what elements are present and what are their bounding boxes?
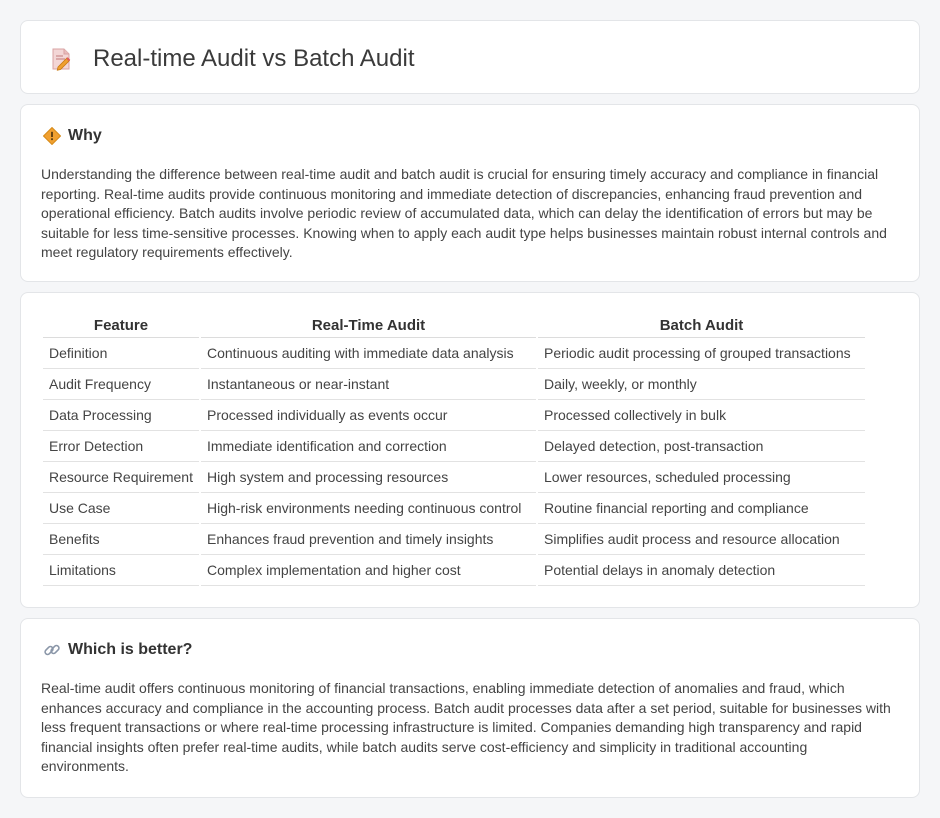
- real-time-cell: High-risk environments needing continuou…: [199, 492, 537, 524]
- table-row: Limitations Complex implementation and h…: [43, 554, 865, 586]
- feature-cell: Resource Requirement: [43, 461, 200, 493]
- real-time-cell: Instantaneous or near-instant: [199, 368, 537, 400]
- better-body: Real-time audit offers continuous monito…: [41, 680, 891, 774]
- real-time-cell: Enhances fraud prevention and timely ins…: [199, 523, 537, 555]
- table-row: Use Case High-risk environments needing …: [43, 492, 865, 524]
- batch-cell: Lower resources, scheduled processing: [536, 461, 865, 493]
- table-row: Definition Continuous auditing with imme…: [43, 337, 865, 369]
- which-is-better-card: Which is better? Real-time audit offers …: [20, 618, 920, 798]
- real-time-cell: Processed individually as events occur: [199, 399, 537, 431]
- real-time-cell: Immediate identification and correction: [199, 430, 537, 462]
- feature-cell: Error Detection: [43, 430, 200, 462]
- feature-cell: Benefits: [43, 523, 200, 555]
- batch-cell: Routine financial reporting and complian…: [536, 492, 865, 524]
- feature-cell: Limitations: [43, 554, 200, 586]
- feature-cell: Data Processing: [43, 399, 200, 431]
- title-row: Real-time Audit vs Batch Audit: [49, 45, 415, 73]
- batch-cell: Potential delays in anomaly detection: [536, 554, 865, 586]
- feature-cell: Audit Frequency: [43, 368, 200, 400]
- real-time-cell: Continuous auditing with immediate data …: [199, 337, 537, 369]
- why-card: Why Understanding the difference between…: [20, 104, 920, 282]
- link-icon: [44, 644, 60, 656]
- title-card: Real-time Audit vs Batch Audit: [20, 20, 920, 94]
- comparison-card: Feature Real-Time Audit Batch Audit Defi…: [20, 292, 920, 608]
- why-title: Why: [68, 127, 102, 144]
- batch-cell: Delayed detection, post-transaction: [536, 430, 865, 462]
- table-row: Data Processing Processed individually a…: [43, 399, 865, 431]
- better-title: Which is better?: [68, 641, 193, 658]
- page-title: Real-time Audit vs Batch Audit: [93, 45, 415, 72]
- header-batch-audit: Batch Audit: [536, 315, 865, 338]
- real-time-cell: High system and processing resources: [199, 461, 537, 493]
- feature-cell: Definition: [43, 337, 200, 369]
- comparison-table: Feature Real-Time Audit Batch Audit Defi…: [43, 315, 865, 586]
- diamond-warning-icon: [43, 127, 61, 145]
- better-heading: Which is better?: [43, 641, 192, 659]
- why-body: Understanding the difference between rea…: [41, 166, 887, 260]
- batch-cell: Simplifies audit process and resource al…: [536, 523, 865, 555]
- batch-cell: Daily, weekly, or monthly: [536, 368, 865, 400]
- table-row: Resource Requirement High system and pro…: [43, 461, 865, 493]
- why-heading: Why: [43, 127, 102, 145]
- header-feature: Feature: [43, 315, 200, 338]
- batch-cell: Periodic audit processing of grouped tra…: [536, 337, 865, 369]
- real-time-cell: Complex implementation and higher cost: [199, 554, 537, 586]
- header-real-time-audit: Real-Time Audit: [199, 315, 537, 338]
- table-row: Benefits Enhances fraud prevention and t…: [43, 523, 865, 555]
- table-row: Error Detection Immediate identification…: [43, 430, 865, 462]
- feature-cell: Use Case: [43, 492, 200, 524]
- table-row: Audit Frequency Instantaneous or near-in…: [43, 368, 865, 400]
- document-pencil-icon: [52, 48, 71, 71]
- batch-cell: Processed collectively in bulk: [536, 399, 865, 431]
- table-header-row: Feature Real-Time Audit Batch Audit: [43, 315, 865, 338]
